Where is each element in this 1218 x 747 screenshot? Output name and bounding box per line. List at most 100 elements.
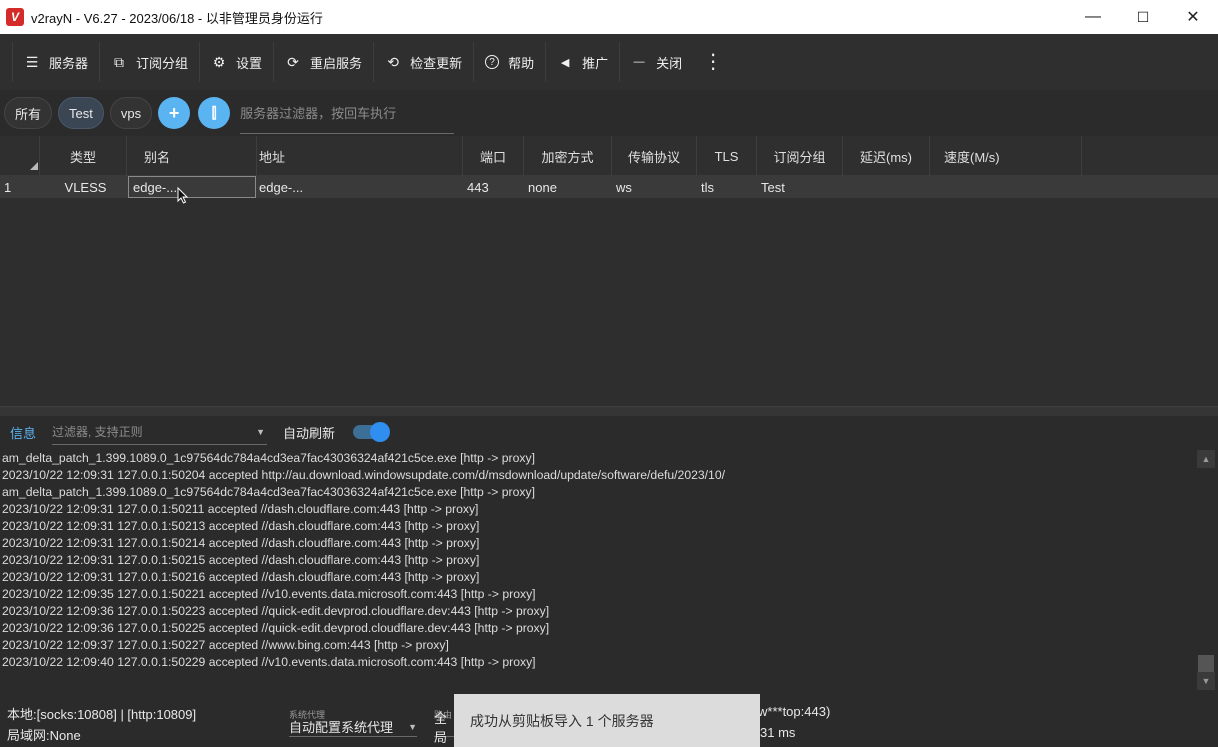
cell-network: ws — [616, 179, 632, 195]
subscription-group-label: 订阅分组 — [136, 55, 189, 71]
log-output[interactable]: am_delta_patch_1.399.1089.0_1c97564dc784… — [0, 450, 1195, 690]
split-button[interactable]: ⫿ — [198, 97, 231, 129]
cell-tls: tls — [701, 179, 714, 195]
column-header-speed[interactable]: 速度(M/s) — [930, 136, 1082, 176]
split-icon: ⫿ — [211, 104, 217, 122]
scroll-thumb[interactable] — [1198, 655, 1214, 673]
log-line: am_delta_patch_1.399.1089.0_1c97564dc784… — [2, 485, 535, 499]
chip-vps[interactable]: vps — [109, 97, 153, 129]
cell-subscription: Test — [761, 179, 785, 195]
gear-icon: ⚙ — [212, 53, 226, 70]
promotion-button[interactable]: ◀ 推广 — [546, 42, 621, 82]
subscription-group-button[interactable]: ⧉ 订阅分组 — [100, 42, 201, 82]
chevron-down-icon[interactable]: ▼ — [256, 427, 265, 437]
cell-port: 443 — [467, 179, 489, 195]
log-line: 2023/10/22 12:09:31 127.0.0.1:50204 acce… — [2, 468, 725, 482]
auto-refresh-toggle[interactable] — [353, 422, 391, 442]
log-toolbar: 信息 过滤器, 支持正则 ▼ 自动刷新 — [0, 416, 1218, 448]
column-header-port[interactable]: 端口 — [463, 136, 524, 176]
group-filter-bar: 所有 Test vps + ⫿ — [0, 90, 1218, 136]
update-icon: ⟲ — [387, 53, 399, 70]
log-line: 2023/10/22 12:09:31 127.0.0.1:50211 acce… — [2, 502, 479, 516]
log-filter-input[interactable]: 过滤器, 支持正则 ▼ — [52, 419, 268, 445]
column-header-security[interactable]: 加密方式 — [524, 136, 612, 176]
server-grid: 类型 别名 地址 端口 加密方式 传输协议 TLS 订阅分组 延迟(ms) 速度… — [0, 136, 1218, 406]
toast-message: 成功从剪贴板导入 1 个服务器 — [470, 712, 654, 729]
cell-type: VLESS — [64, 179, 107, 195]
system-proxy-value: 自动配置系统代理 — [289, 720, 394, 735]
log-filter-placeholder: 过滤器, 支持正则 — [52, 425, 143, 439]
lan-status: 局域网:None — [7, 728, 81, 743]
log-line: 2023/10/22 12:09:31 127.0.0.1:50213 acce… — [2, 519, 480, 533]
column-header-alias[interactable]: 别名 — [127, 136, 257, 176]
log-line: 2023/10/22 12:09:31 127.0.0.1:50214 acce… — [2, 536, 480, 550]
column-header-address[interactable]: 地址 — [257, 136, 463, 176]
check-update-label: 检查更新 — [410, 55, 463, 71]
tab-info[interactable]: 信息 — [10, 423, 36, 442]
close-button[interactable]: — 关闭 — [620, 42, 693, 82]
subscription-icon: ⧉ — [114, 53, 125, 70]
scroll-down-icon[interactable]: ▼ — [1197, 672, 1215, 690]
cell-security: none — [528, 179, 557, 195]
app-logo-icon: V — [6, 8, 24, 26]
minus-icon: — — [633, 56, 645, 68]
close-label: 关闭 — [656, 55, 683, 71]
more-options-icon[interactable]: ⋮ — [693, 52, 733, 72]
log-line: 2023/10/22 12:09:35 127.0.0.1:50221 acce… — [2, 587, 536, 601]
system-proxy-select[interactable]: 自动配置系统代理 ▼ — [289, 717, 417, 737]
cell-delay — [843, 176, 930, 198]
log-line: 2023/10/22 12:09:36 127.0.0.1:50223 acce… — [2, 604, 550, 618]
log-line: 2023/10/22 12:09:37 127.0.0.1:50227 acce… — [2, 638, 449, 652]
column-header-type[interactable]: 类型 — [40, 136, 127, 176]
latency-status: 31 ms — [760, 725, 796, 740]
restart-service-button[interactable]: ⟳ 重启服务 — [274, 42, 375, 82]
minimize-button[interactable]: — — [1068, 0, 1118, 34]
window-title: v2rayN - V6.27 - 2023/06/18 - 以非管理员身份运行 — [31, 10, 323, 26]
routing-value: 全局 — [434, 710, 448, 745]
help-button[interactable]: ? 帮助 — [474, 42, 547, 82]
log-line: am_delta_patch_1.399.1089.0_1c97564dc784… — [2, 451, 535, 465]
speaker-icon: ◀ — [560, 56, 570, 69]
chip-all[interactable]: 所有 — [4, 97, 53, 129]
maximize-button[interactable]: ☐ — [1118, 0, 1168, 34]
title-bar: V v2rayN - V6.27 - 2023/06/18 - 以非管理员身份运… — [0, 0, 1218, 34]
log-scrollbar[interactable]: ▲ ▼ — [1197, 450, 1215, 690]
auto-refresh-label: 自动刷新 — [283, 425, 336, 441]
local-ports-status: 本地:[socks:10808] | [http:10809] — [7, 707, 197, 722]
column-header-delay[interactable]: 延迟(ms) — [843, 136, 930, 176]
main-toolbar: ☰ 服务器 ⧉ 订阅分组 ⚙ 设置 ⟳ 重启服务 ⟲ 检查更新 ? 帮助 ◀ 推… — [0, 34, 1218, 90]
help-icon: ? — [485, 55, 500, 69]
column-header-tls[interactable]: TLS — [697, 136, 757, 176]
toast-notification: 成功从剪贴板导入 1 个服务器 — [454, 694, 760, 747]
panel-splitter[interactable] — [0, 406, 1218, 416]
log-line: 2023/10/22 12:09:31 127.0.0.1:50215 acce… — [2, 553, 480, 567]
servers-menu-button[interactable]: ☰ 服务器 — [12, 42, 101, 82]
cell-alias[interactable]: edge-... — [128, 176, 256, 198]
grid-corner[interactable] — [0, 136, 40, 176]
refresh-icon: ⟳ — [287, 53, 299, 70]
add-group-button[interactable]: + — [158, 97, 191, 129]
settings-button[interactable]: ⚙ 设置 — [200, 42, 275, 82]
routing-select[interactable]: 全局 — [434, 711, 456, 745]
restart-service-label: 重启服务 — [310, 55, 363, 71]
promotion-label: 推广 — [582, 55, 609, 71]
log-line: 2023/10/22 12:09:40 127.0.0.1:50229 acce… — [2, 655, 536, 669]
column-header-subscription[interactable]: 订阅分组 — [757, 136, 843, 176]
check-update-button[interactable]: ⟲ 检查更新 — [374, 42, 475, 82]
toggle-knob — [370, 422, 391, 442]
help-label: 帮助 — [508, 55, 535, 71]
plus-icon: + — [168, 102, 180, 123]
server-list-icon: ☰ — [25, 53, 39, 70]
grid-header: 类型 别名 地址 端口 加密方式 传输协议 TLS 订阅分组 延迟(ms) 速度… — [0, 136, 1218, 176]
server-filter-input[interactable] — [240, 92, 455, 134]
cell-address: edge-... — [259, 179, 304, 195]
current-server-status: w***top:443) — [758, 704, 831, 719]
log-line: 2023/10/22 12:09:31 127.0.0.1:50216 acce… — [2, 570, 480, 584]
servers-menu-label: 服务器 — [49, 55, 89, 71]
chevron-down-icon: ▼ — [408, 721, 417, 732]
mouse-cursor-icon — [177, 187, 189, 204]
scroll-up-icon[interactable]: ▲ — [1197, 450, 1215, 468]
chip-test[interactable]: Test — [58, 97, 104, 129]
column-header-network[interactable]: 传输协议 — [612, 136, 697, 176]
close-window-button[interactable]: ✕ — [1168, 0, 1218, 34]
